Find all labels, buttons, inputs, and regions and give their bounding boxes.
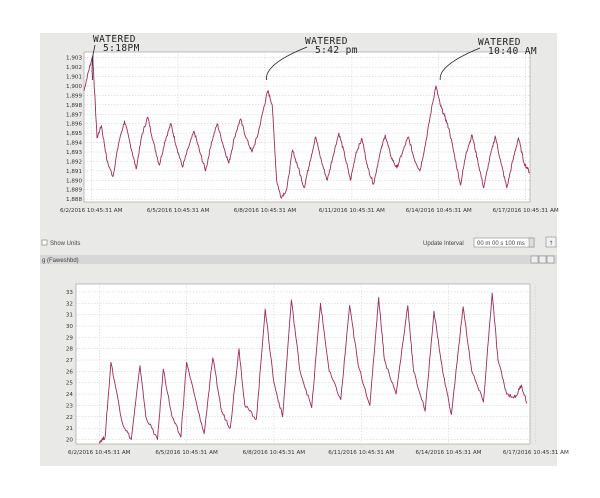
bottom-chart-panel xyxy=(75,283,531,445)
y-tick-label: 1,897 xyxy=(66,112,82,118)
y-tick-label: 25 xyxy=(66,381,74,387)
x-tick-label: 6/5/2016 10:45:31 AM xyxy=(147,208,210,214)
update-interval-value: 00 m 00 s 100 ms xyxy=(477,241,525,247)
y-tick-label: 1,894 xyxy=(66,141,82,147)
lower-window-title: g (Faweshbd) xyxy=(42,258,79,264)
update-interval-spinner[interactable] xyxy=(528,237,535,248)
x-tick-label: 6/17/2016 10:45:31 AM xyxy=(503,450,569,456)
y-tick-label: 26 xyxy=(66,369,74,375)
x-tick-label: 6/11/2016 10:45:31 AM xyxy=(319,208,385,214)
y-tick-label: 1,900 xyxy=(66,84,82,90)
x-tick-label: 6/2/2016 10:45:31 AM xyxy=(60,208,123,214)
x-tick-label: 6/5/2016 10:45:31 AM xyxy=(155,450,218,456)
show-units-label: Show Units xyxy=(50,241,80,247)
y-tick-label: 1,902 xyxy=(66,65,82,71)
y-tick-label: 1,889 xyxy=(66,188,82,194)
x-tick-label: 6/8/2016 10:45:31 AM xyxy=(243,450,306,456)
x-tick-label: 6/14/2016 10:45:31 AM xyxy=(406,208,472,214)
y-tick-label: 1,890 xyxy=(66,178,82,184)
y-tick-label: 30 xyxy=(66,324,74,330)
screenshot: 1,903 1,902 1,901 1,900 1,899 1,898 1,897 1,896… xyxy=(40,33,569,466)
window-controls xyxy=(530,255,555,264)
y-tick-label: 32 xyxy=(66,301,73,307)
x-tick-label: 6/17/2016 10:45:31 AM xyxy=(493,208,559,214)
y-tick-label: 1,891 xyxy=(66,169,82,175)
y-tick-label: 27 xyxy=(66,358,74,364)
close-button[interactable] xyxy=(546,255,555,264)
y-tick-label: 1,896 xyxy=(66,122,82,128)
y-tick-label: 1,898 xyxy=(66,103,82,109)
y-tick-label: 20 xyxy=(66,437,74,443)
y-tick-label: 33 xyxy=(66,290,74,296)
show-units-checkbox[interactable] xyxy=(41,239,48,246)
x-tick-label: 6/2/2016 10:45:31 AM xyxy=(68,450,131,456)
y-tick-label: 1,901 xyxy=(66,75,82,81)
y-tick-label: 1,893 xyxy=(66,150,82,156)
y-tick-label: 1,899 xyxy=(66,93,82,99)
watered-annotation-time: 5:18PM xyxy=(103,43,140,54)
x-tick-label: 6/14/2016 10:45:31 AM xyxy=(416,450,482,456)
y-tick-label: 1,892 xyxy=(66,159,82,165)
y-tick-label: 28 xyxy=(66,347,74,353)
y-tick-label: 31 xyxy=(66,313,74,319)
x-tick-label: 6/8/2016 10:45:31 AM xyxy=(234,208,297,214)
lower-title-bar xyxy=(40,255,557,264)
y-tick-label: 1,895 xyxy=(66,131,82,137)
x-tick-label: 6/11/2016 10:45:31 AM xyxy=(328,450,394,456)
y-tick-label: 21 xyxy=(66,426,74,432)
update-interval-label: Update Interval xyxy=(423,241,464,247)
maximize-button[interactable] xyxy=(538,255,547,264)
minimize-button[interactable] xyxy=(530,255,539,264)
watered-annotation-time: 5:42 pm xyxy=(315,45,358,56)
y-tick-label: 1,888 xyxy=(66,197,82,203)
y-tick-label: 23 xyxy=(66,403,74,409)
y-tick-label: 29 xyxy=(66,335,74,341)
top-chart-panel xyxy=(83,51,531,203)
y-tick-label: 24 xyxy=(66,392,74,398)
apply-button-label: ↑ xyxy=(548,240,553,247)
y-tick-label: 1,903 xyxy=(66,56,82,62)
watered-annotation-time: 10:40 AM xyxy=(488,46,537,57)
y-tick-label: 22 xyxy=(66,415,73,421)
